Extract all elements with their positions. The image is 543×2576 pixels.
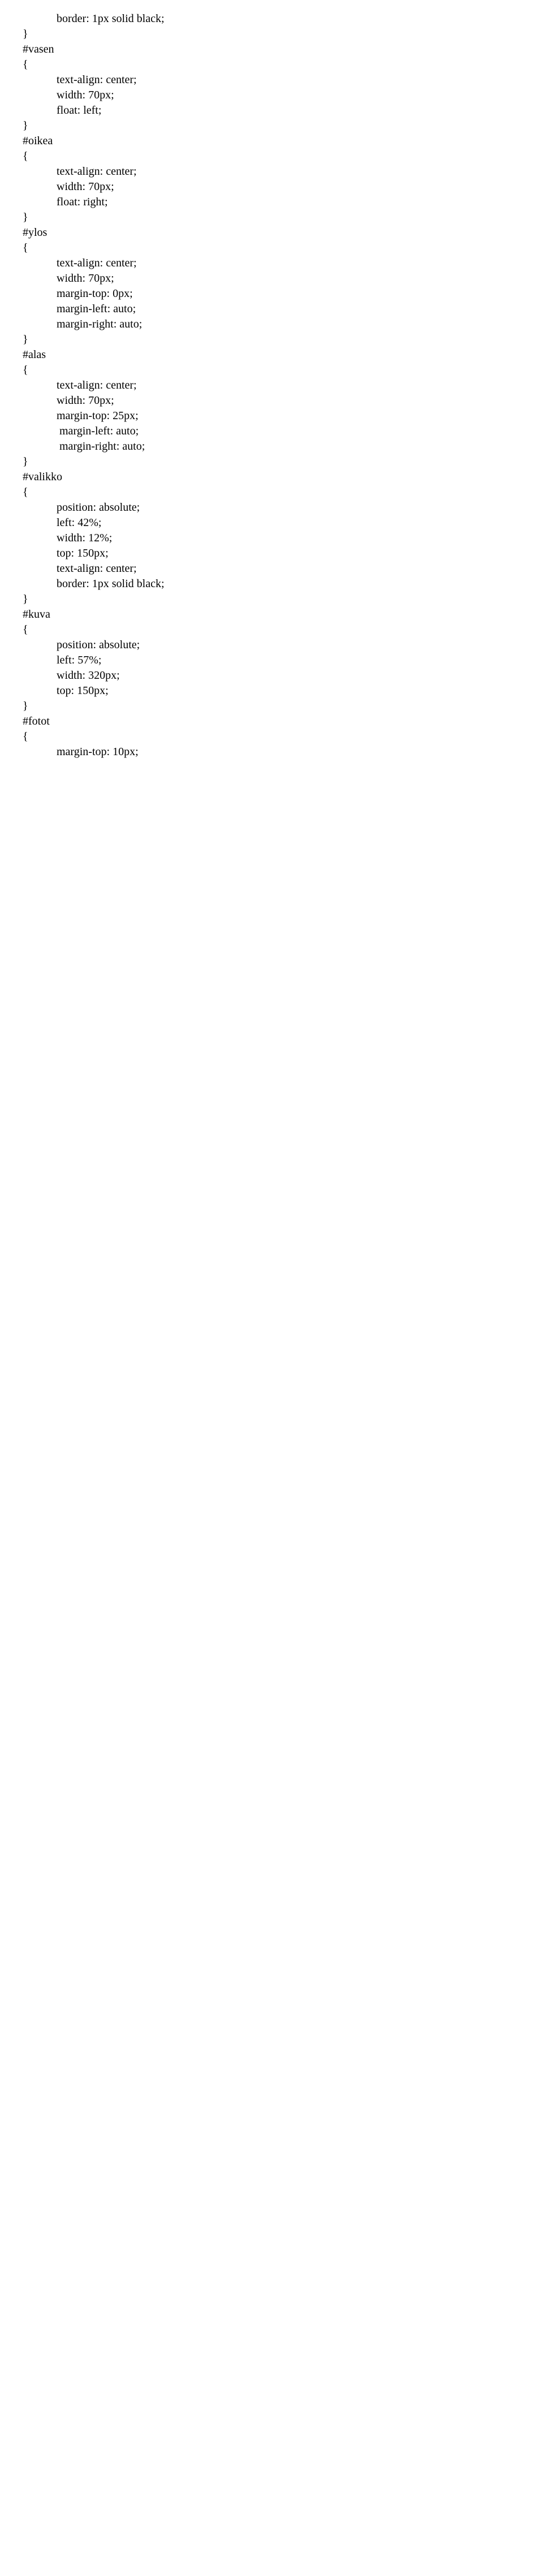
code-line: border: 1px solid black; (23, 576, 520, 592)
code-line: #alas (23, 347, 520, 363)
code-line: top: 150px; (23, 546, 520, 561)
code-line: { (23, 149, 520, 164)
code-line: } (23, 210, 520, 225)
code-line-text: width: 12%; (23, 531, 520, 546)
code-line-text: top: 150px; (23, 683, 520, 699)
code-line-text: position: absolute; (23, 637, 520, 653)
code-line: margin-top: 25px; (23, 408, 520, 424)
code-line-text: margin-top: 0px; (23, 286, 520, 301)
code-line: border: 1px solid black; (23, 11, 520, 27)
code-line: } (23, 454, 520, 469)
code-line: width: 70px; (23, 271, 520, 286)
code-line: #kuva (23, 607, 520, 622)
code-line: { (23, 729, 520, 744)
code-line-text: width: 70px; (23, 179, 520, 195)
code-line: } (23, 27, 520, 42)
code-line-text: margin-right: auto; (23, 317, 520, 332)
code-line-text: text-align: center; (23, 561, 520, 576)
code-line: #ylos (23, 225, 520, 240)
code-line: text-align: center; (23, 72, 520, 88)
code-line: margin-right: auto; (23, 439, 520, 454)
code-line: width: 70px; (23, 179, 520, 195)
code-line: width: 320px; (23, 668, 520, 683)
code-line: top: 150px; (23, 683, 520, 699)
code-line: #valikko (23, 469, 520, 485)
code-line: text-align: center; (23, 164, 520, 179)
code-line-text: position: absolute; (23, 500, 520, 515)
code-line-text: margin-top: 25px; (23, 408, 520, 424)
code-line-text: text-align: center; (23, 164, 520, 179)
code-line-text: border: 1px solid black; (23, 576, 520, 592)
code-line: left: 57%; (23, 653, 520, 668)
code-line-text: left: 42%; (23, 515, 520, 531)
code-line: { (23, 485, 520, 500)
code-line: text-align: center; (23, 256, 520, 271)
code-line-text: width: 70px; (23, 271, 520, 286)
code-line: position: absolute; (23, 637, 520, 653)
code-line-text: border: 1px solid black; (23, 11, 520, 27)
code-line-text: margin-top: 10px; (23, 744, 520, 760)
code-line-text: top: 150px; (23, 546, 520, 561)
code-line: { (23, 57, 520, 72)
code-line: margin-top: 10px; (23, 744, 520, 760)
code-line: #oikea (23, 133, 520, 149)
code-line-text: left: 57%; (23, 653, 520, 668)
code-line-text: text-align: center; (23, 256, 520, 271)
code-line-text: width: 70px; (23, 88, 520, 103)
code-line: #vasen (23, 42, 520, 57)
code-line: left: 42%; (23, 515, 520, 531)
code-line-text: width: 70px; (23, 393, 520, 408)
code-line: { (23, 622, 520, 637)
code-line: width: 12%; (23, 531, 520, 546)
code-line-text: float: left; (23, 103, 520, 118)
code-line: float: right; (23, 195, 520, 210)
code-line: margin-right: auto; (23, 317, 520, 332)
code-line: text-align: center; (23, 378, 520, 393)
code-line-text: text-align: center; (23, 378, 520, 393)
code-line-text: float: right; (23, 195, 520, 210)
code-line: { (23, 363, 520, 378)
code-line-text: margin-left: auto; (23, 301, 520, 317)
code-line: width: 70px; (23, 88, 520, 103)
code-line: } (23, 118, 520, 133)
code-line: position: absolute; (23, 500, 520, 515)
code-line-text: margin-left: auto; (23, 424, 520, 439)
code-line: #fotot (23, 714, 520, 729)
code-line: width: 70px; (23, 393, 520, 408)
css-code-block: border: 1px solid black;}#vasen{text-ali… (23, 11, 520, 760)
code-line: margin-left: auto; (23, 424, 520, 439)
code-line: margin-top: 0px; (23, 286, 520, 301)
code-line: margin-left: auto; (23, 301, 520, 317)
code-line: text-align: center; (23, 561, 520, 576)
code-line-text: width: 320px; (23, 668, 520, 683)
code-line-text: text-align: center; (23, 72, 520, 88)
code-line-text: margin-right: auto; (23, 439, 520, 454)
code-line: } (23, 332, 520, 347)
code-line: float: left; (23, 103, 520, 118)
code-line: } (23, 699, 520, 714)
code-line: { (23, 240, 520, 256)
code-line: } (23, 592, 520, 607)
